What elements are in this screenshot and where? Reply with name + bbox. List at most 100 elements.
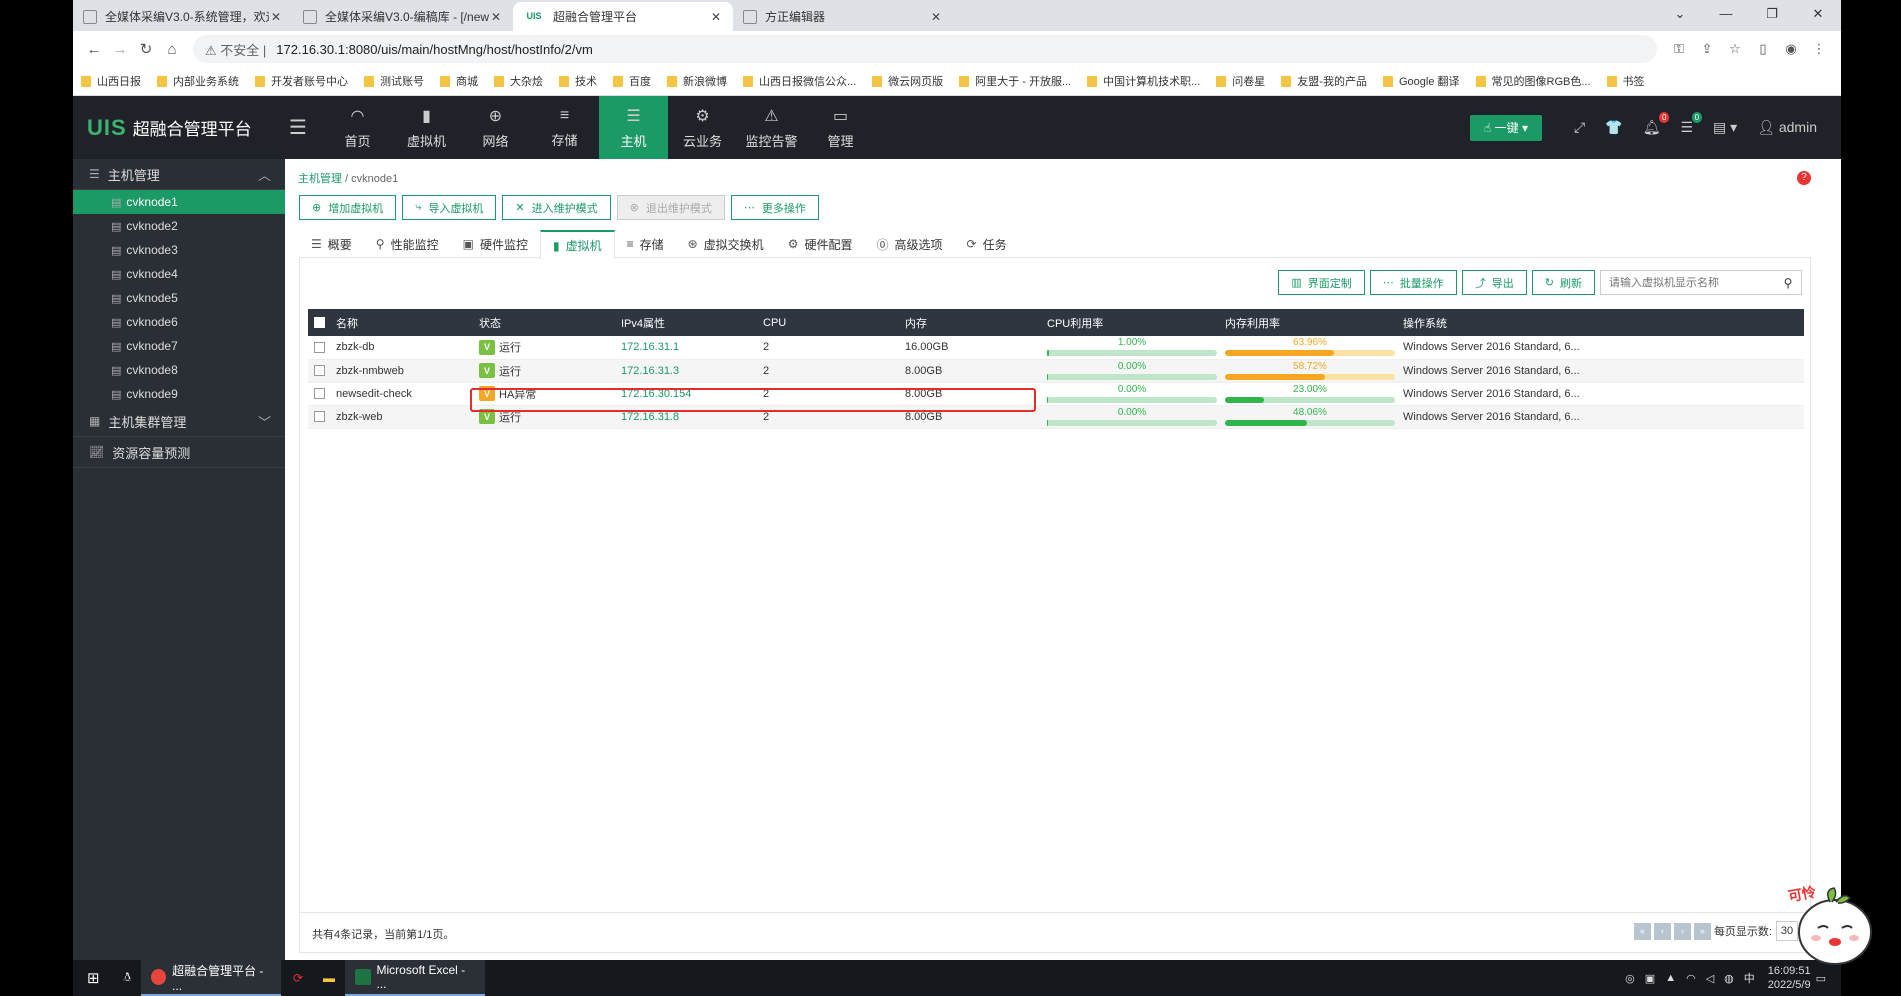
tab-tasks[interactable]: ⟳ 任务: [955, 230, 1019, 258]
help-icon[interactable]: ?: [1797, 171, 1811, 185]
search-icon[interactable]: ⚲: [1775, 276, 1801, 290]
next-page-icon[interactable]: ›: [1673, 922, 1691, 940]
bookmark-item[interactable]: Google 翻译: [1382, 73, 1460, 89]
import-vm-button[interactable]: ⤷ 导入虚拟机: [402, 195, 497, 220]
batch-ops-button[interactable]: ⋯ 批量操作: [1369, 270, 1457, 295]
sidebar-node-cvknode8[interactable]: ▤ cvknode8: [73, 358, 285, 382]
column-header[interactable]: CPU: [757, 309, 899, 336]
bookmark-item[interactable]: 山西日报: [81, 73, 141, 89]
bookmark-item[interactable]: 常见的图像RGB色...: [1475, 73, 1591, 89]
vm-name[interactable]: zbzk-nmbweb: [330, 359, 473, 383]
one-key-button[interactable]: ☝ 一键 ▾: [1470, 114, 1543, 141]
row-checkbox[interactable]: [314, 365, 325, 377]
vm-ip[interactable]: 172.16.31.3: [615, 359, 757, 383]
taskbar-app-chrome[interactable]: 超融合管理平台 - ...: [140, 960, 281, 996]
bookmark-item[interactable]: 阿里大于 - 开放服...: [959, 73, 1071, 89]
nav-item-4[interactable]: ☰ 主机: [599, 96, 668, 159]
nav-item-1[interactable]: ▮ 虚拟机: [392, 96, 461, 159]
tab-advanced[interactable]: ⓪ 高级选项: [864, 230, 954, 258]
close-icon[interactable]: ✕: [1795, 0, 1841, 31]
nav-item-2[interactable]: ⊕ 网络: [461, 96, 530, 159]
tab-hardware-config[interactable]: ⚙ 硬件配置: [776, 230, 865, 258]
tab-storage[interactable]: ≡ 存储: [615, 230, 676, 258]
nav-item-7[interactable]: ▭ 管理: [806, 96, 875, 159]
close-icon[interactable]: ✕: [709, 10, 723, 24]
breadcrumb-root[interactable]: 主机管理: [298, 173, 342, 185]
bookmark-item[interactable]: 内部业务系统: [157, 73, 239, 89]
prev-page-icon[interactable]: ‹: [1653, 922, 1671, 940]
menu-icon[interactable]: ⋮: [1805, 41, 1833, 57]
back-icon[interactable]: ←: [81, 41, 107, 58]
sidebar-node-cvknode9[interactable]: ▤ cvknode9: [73, 382, 285, 406]
reload-icon[interactable]: ↻: [133, 40, 159, 58]
sidebar-node-cvknode7[interactable]: ▤ cvknode7: [73, 334, 285, 358]
notification-icon[interactable]: ▭: [1816, 972, 1826, 985]
browser-tab[interactable]: 全媒体采编V3.0-编稿库 - [/new... ✕: [293, 2, 513, 31]
vm-name[interactable]: newsedit-check: [330, 382, 473, 406]
close-icon[interactable]: ✕: [929, 10, 943, 24]
refresh-button[interactable]: ↻ 刷新: [1531, 270, 1595, 295]
tray-icon[interactable]: ▲: [1665, 972, 1676, 984]
volume-icon[interactable]: ◁: [1706, 972, 1714, 985]
browser-tab-active[interactable]: UIS 超融合管理平台 ✕: [513, 2, 733, 31]
bookmark-item[interactable]: 技术: [559, 73, 597, 89]
tab-hardware-monitor[interactable]: ▣ 硬件监控: [451, 230, 540, 258]
sidebar-node-cvknode2[interactable]: ▤ cvknode2: [73, 214, 285, 238]
sidebar-node-cvknode6[interactable]: ▤ cvknode6: [73, 310, 285, 334]
qq-icon[interactable]: 🐧︎: [114, 960, 141, 996]
row-checkbox[interactable]: [314, 341, 325, 353]
windows-start-icon[interactable]: ⊞: [73, 960, 114, 996]
bookmark-item[interactable]: 商城: [440, 73, 478, 89]
sidebar-node-cvknode4[interactable]: ▤ cvknode4: [73, 262, 285, 286]
bookmark-item[interactable]: 百度: [613, 73, 651, 89]
more-actions-button[interactable]: ⋯ 更多操作: [730, 195, 819, 220]
bookmark-item[interactable]: 大杂烩: [494, 73, 543, 89]
bookmark-item[interactable]: 新浪微博: [667, 73, 727, 89]
close-icon[interactable]: ✕: [489, 10, 503, 24]
customize-view-button[interactable]: ▥ 界面定制: [1278, 270, 1365, 295]
bookmark-item[interactable]: 微云网页版: [872, 73, 943, 89]
last-page-icon[interactable]: »: [1693, 922, 1711, 940]
tab-overview[interactable]: ☰ 概要: [299, 230, 364, 258]
tab-vswitch[interactable]: ⊛ 虚拟交换机: [676, 230, 776, 258]
sidebar-node-cvknode3[interactable]: ▤ cvknode3: [73, 238, 285, 262]
user-menu[interactable]: 👤︎ admin: [1757, 119, 1817, 136]
star-icon[interactable]: ☆: [1721, 41, 1749, 57]
not-secure-label[interactable]: ⚠ 不安全 |: [205, 40, 266, 59]
layout-icon[interactable]: ▤ ▾: [1713, 119, 1737, 136]
column-header[interactable]: IPv4属性: [615, 309, 757, 336]
row-checkbox[interactable]: [314, 411, 325, 423]
fullscreen-icon[interactable]: ⤢: [1574, 119, 1585, 136]
column-header[interactable]: 内存利用率: [1219, 309, 1397, 336]
bookmark-item[interactable]: 友盟-我的产品: [1281, 73, 1367, 89]
column-header[interactable]: CPU利用率: [1041, 309, 1219, 336]
vm-ip[interactable]: 172.16.30.154: [615, 382, 757, 406]
nav-item-0[interactable]: ◠ 首页: [323, 96, 392, 159]
vm-ip[interactable]: 172.16.31.8: [615, 405, 757, 429]
chevron-down-icon[interactable]: ⌄: [1657, 0, 1703, 31]
column-header[interactable]: 内存: [899, 309, 1041, 336]
bookmark-item[interactable]: 问卷星: [1216, 73, 1265, 89]
bookmark-item[interactable]: 中国计算机技术职...: [1087, 73, 1200, 89]
table-row[interactable]: zbzk-nmbweb V 运行 172.16.31.3 2 8.00GB 0.00% 58.…: [308, 359, 1804, 383]
sidebar-group-capacity-forecast[interactable]: 📈︎ 资源容量预测: [73, 437, 285, 468]
home-icon[interactable]: ⌂: [159, 41, 185, 58]
minimize-icon[interactable]: —: [1703, 0, 1749, 31]
key-icon[interactable]: ⚿: [1665, 41, 1693, 57]
sidepanel-icon[interactable]: ▯: [1749, 41, 1777, 57]
bookmark-item[interactable]: 山西日报微信公众...: [743, 73, 856, 89]
tab-performance[interactable]: ⚲ 性能监控: [364, 230, 451, 258]
table-row[interactable]: zbzk-web V 运行 172.16.31.8 2 8.00GB 0.00% 48.06%…: [308, 405, 1804, 429]
bookmark-item[interactable]: 书签: [1606, 73, 1645, 89]
share-icon[interactable]: ⇪: [1693, 41, 1721, 57]
nav-item-5[interactable]: ⚙ 云业务: [668, 96, 737, 159]
tray-icon[interactable]: ◎: [1625, 972, 1635, 985]
vm-name[interactable]: zbzk-web: [330, 405, 473, 429]
add-vm-button[interactable]: ⊕ 增加虚拟机: [299, 195, 397, 220]
wifi-icon[interactable]: ◠: [1686, 972, 1696, 985]
column-header[interactable]: 状态: [473, 309, 615, 336]
vm-name[interactable]: zbzk-db: [330, 336, 473, 360]
search-input[interactable]: [1601, 276, 1775, 289]
row-checkbox[interactable]: [314, 388, 325, 400]
forward-icon[interactable]: →: [107, 41, 133, 58]
